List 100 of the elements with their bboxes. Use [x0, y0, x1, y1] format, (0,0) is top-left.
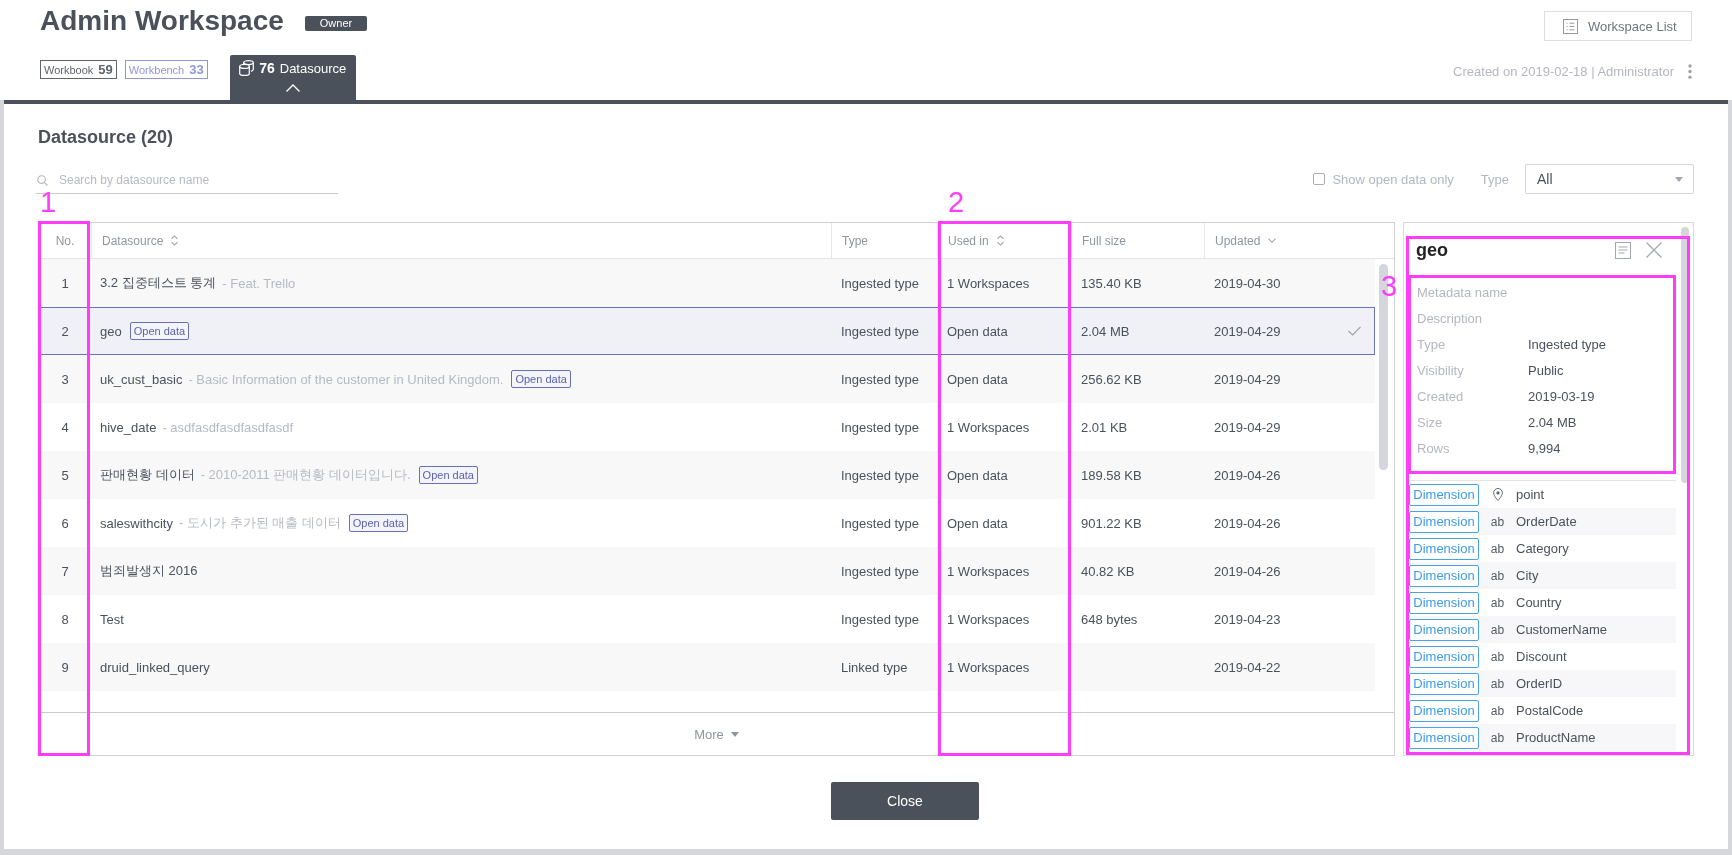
- table-row[interactable]: 9 druid_linked_query Linked type 1 Workspaces 2019-04-22: [39, 643, 1375, 691]
- checkbox[interactable]: [1313, 173, 1326, 185]
- check-icon: [1348, 326, 1361, 336]
- role-tag: Dimension: [1409, 591, 1479, 614]
- metadata-label: Size: [1417, 414, 1444, 430]
- type-label: ab: [1490, 622, 1505, 637]
- table-cell-text: 3: [60, 371, 70, 387]
- panel-title: geo: [1416, 239, 1448, 261]
- table-cell-text: 1 Workspaces: [946, 611, 1031, 627]
- field-name: City: [1516, 568, 1539, 583]
- table-cell-text: 901.22 KB: [1080, 515, 1143, 531]
- datasource-description: - Basic Information of the customer in United Kingdom.: [188, 371, 504, 387]
- field-row[interactable]: Dimension ab CustomerName: [1409, 616, 1676, 643]
- table-cell-text: 2: [60, 323, 70, 339]
- table-cell-text: Ingested type: [840, 467, 921, 483]
- field-name: point: [1516, 487, 1545, 502]
- table-cell-text: 1 Workspaces: [946, 563, 1031, 579]
- metadata-value: 2.04 MB: [1528, 414, 1577, 430]
- type-select[interactable]: All: [1525, 164, 1694, 194]
- table-row[interactable]: 3 uk_cust_basic - Basic Information of the customer in United Kingdom. Open data Ingested type Open data 256.62 KB 2019-04-29: [39, 355, 1375, 403]
- field-row[interactable]: Dimension ab OrderDate: [1409, 508, 1676, 535]
- close-button[interactable]: Close: [831, 782, 979, 820]
- scrollbar-thumb[interactable]: [1681, 227, 1689, 483]
- column-header: No.: [54, 232, 76, 250]
- datasource-name: uk_cust_basic: [100, 371, 183, 387]
- document-icon[interactable]: [1615, 241, 1631, 259]
- role-badge: Owner: [304, 15, 368, 31]
- role-tag: Dimension: [1409, 537, 1479, 560]
- field-name: CustomerName: [1516, 622, 1608, 637]
- field-row[interactable]: Dimension ab City: [1409, 562, 1676, 589]
- table-cell: 2019-04-26: [1214, 563, 1281, 579]
- field-name: OrderID: [1516, 676, 1563, 691]
- role-tag: Dimension: [1409, 564, 1479, 587]
- metadata-label: Visibility: [1417, 362, 1465, 378]
- field-name: Country: [1516, 595, 1562, 610]
- metadata-value: 9,994: [1528, 440, 1561, 456]
- open-data-badge: Open data: [511, 370, 571, 388]
- column-header: Full size: [1071, 223, 1204, 258]
- table-cell-text: 256.62 KB: [1080, 371, 1143, 387]
- datasource-name: hive_date: [100, 419, 157, 435]
- annotation-number: 3: [1381, 272, 1398, 301]
- dialog-title: Datasource (20): [38, 126, 175, 149]
- field-name: ProductName: [1516, 730, 1596, 745]
- page-title: Admin Workspace: [40, 4, 284, 38]
- caret-down-icon: [730, 731, 739, 737]
- search-icon: [37, 174, 48, 186]
- type-label: ab: [1490, 568, 1505, 583]
- created-info: Created on 2019-02-18 | Administrator: [1453, 63, 1674, 79]
- datasource-name: druid_linked_query: [100, 659, 210, 675]
- table-cell-text: 1: [60, 275, 70, 291]
- kebab-menu-icon[interactable]: [1688, 63, 1692, 79]
- type-label: ab: [1490, 541, 1505, 556]
- table-cell: 2019-04-29: [1214, 323, 1281, 339]
- table-cell-text: Ingested type: [840, 515, 921, 531]
- column-header: Type: [831, 223, 937, 258]
- tab[interactable]: Workbook 59: [40, 60, 117, 79]
- metadata-label: Rows: [1417, 440, 1451, 456]
- datasource-description: - 도시가 추가된 매출 데이터: [178, 514, 341, 532]
- table-cell-text: Linked type: [840, 659, 909, 675]
- workspace-list-button[interactable]: Workspace List: [1544, 11, 1692, 41]
- table-cell-text: Ingested type: [840, 563, 921, 579]
- metadata-value: Public: [1528, 362, 1564, 378]
- role-tag: Dimension: [1409, 699, 1479, 722]
- table-cell-text: 7: [60, 563, 70, 579]
- datasource-name: 판매현황 데이터: [100, 466, 195, 484]
- type-label: ab: [1490, 514, 1505, 529]
- field-row[interactable]: Dimension ab OrderID: [1409, 670, 1676, 697]
- table-cell-text: 40.82 KB: [1080, 563, 1136, 579]
- type-label: ab: [1490, 595, 1505, 610]
- field-row[interactable]: Dimension ab ProductName: [1409, 724, 1676, 751]
- datasource-description: - 2010-2011 판매현황 데이터입니다.: [200, 466, 411, 484]
- table-cell-text: 1 Workspaces: [946, 419, 1031, 435]
- table-row[interactable]: 2 geo Open data Ingested type Open data 2.04 MB 2019-04-29: [39, 307, 1375, 355]
- open-data-badge: Open data: [418, 466, 478, 484]
- database-icon: [239, 60, 255, 76]
- role-tag: Dimension: [1409, 483, 1479, 506]
- table-row[interactable]: 5 판매현황 데이터 - 2010-2011 판매현황 데이터입니다. Open data Ingested type Open data 189.58 KB 2019-04-26: [39, 451, 1375, 499]
- datasource-name: Test: [100, 611, 124, 627]
- datasource-name: geo: [100, 323, 122, 339]
- caret-up-icon: [285, 84, 300, 92]
- datasource-name: saleswithcity: [100, 515, 173, 531]
- metadata-label: Metadata name: [1417, 284, 1509, 300]
- table-cell: 2019-04-29: [1214, 371, 1281, 387]
- open-data-badge: Open data: [348, 514, 409, 532]
- metadata-label: Type: [1417, 336, 1447, 352]
- field-name: Category: [1516, 541, 1569, 556]
- table-cell-text: Open data: [946, 467, 1009, 483]
- metadata-value: 2019-03-19: [1528, 388, 1595, 404]
- table-row[interactable]: 1 3.2 집중테스트 통계 - Feat. Trello Ingested type 1 Workspaces 135.40 KB 2019-04-30: [39, 259, 1375, 307]
- table-row[interactable]: 7 범죄발생지 2016 Ingested type 1 Workspaces 40.82 KB 2019-04-26: [39, 547, 1375, 595]
- table-cell: 2019-04-22: [1214, 659, 1281, 675]
- chevron-down-icon: [1268, 238, 1277, 243]
- field-name: OrderDate: [1516, 514, 1577, 529]
- close-icon[interactable]: [1646, 242, 1662, 258]
- table-cell-text: Open data: [946, 515, 1009, 531]
- tab[interactable]: 76 Datasource: [229, 55, 356, 100]
- type-label: ab: [1490, 649, 1505, 664]
- metadata-value: Ingested type: [1528, 336, 1607, 352]
- metadata-label: Description: [1417, 310, 1484, 326]
- open-data-badge: Open data: [129, 322, 190, 340]
